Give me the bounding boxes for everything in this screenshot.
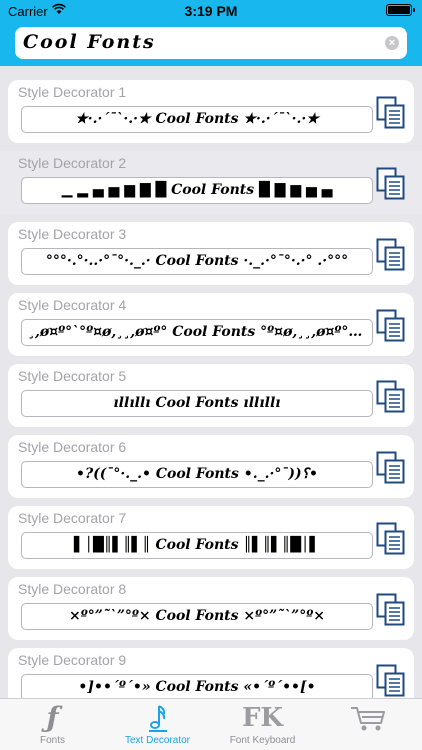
clear-icon[interactable]: × bbox=[385, 36, 399, 50]
list-item[interactable]: Style Decorator 3 °°°·.°·..·°¯°·._.· Coo… bbox=[8, 222, 414, 285]
copy-icon[interactable] bbox=[376, 593, 406, 627]
list-item[interactable]: Style Decorator 6 •?((¯°·._.• Cool Fonts… bbox=[8, 435, 414, 498]
copy-icon[interactable] bbox=[376, 167, 406, 201]
decorator-preview[interactable]: ★·.·´¯`·.·★ Cool Fonts ★·.·´¯`·.·★ bbox=[21, 106, 373, 133]
status-bar: Carrier 3:19 PM bbox=[0, 0, 422, 22]
tab-label: Text Decorator bbox=[124, 735, 191, 746]
decorator-preview[interactable]: ıllıllı Cool Fonts ıllıllı bbox=[21, 390, 373, 417]
list-item[interactable]: Style Decorator 4 ¸,ø¤º°`°º¤ø,¸¸,ø¤º° Co… bbox=[8, 293, 414, 356]
decorator-preview[interactable]: •]••´º´•» Cool Fonts «•´º´••[• bbox=[21, 674, 373, 698]
list-item[interactable]: Style Decorator 9 •]••´º´•» Cool Fonts «… bbox=[8, 648, 414, 698]
copy-icon[interactable] bbox=[376, 451, 406, 485]
decorator-label: Style Decorator 4 bbox=[18, 297, 127, 313]
decorator-label: Style Decorator 2 bbox=[18, 155, 127, 171]
decorator-preview[interactable]: °°°·.°·..·°¯°·._.· Cool Fonts ·._.·°¯°·.… bbox=[21, 248, 373, 275]
tab-fonts[interactable]: ƒ Fonts bbox=[0, 699, 105, 750]
decorator-label: Style Decorator 3 bbox=[18, 226, 127, 242]
decorator-label: Style Decorator 8 bbox=[18, 581, 127, 597]
copy-icon[interactable] bbox=[376, 238, 406, 272]
decorator-label: Style Decorator 6 bbox=[18, 439, 127, 455]
list-item[interactable]: Style Decorator 1 ★·.·´¯`·.·★ Cool Fonts… bbox=[8, 80, 414, 143]
clock: 3:19 PM bbox=[184, 3, 238, 19]
decorator-list[interactable]: Style Decorator 1 ★·.·´¯`·.·★ Cool Fonts… bbox=[0, 66, 422, 698]
tab-text-decorator[interactable]: Text Decorator bbox=[105, 699, 210, 750]
decorator-preview[interactable]: ▌│█║▌║▌║ Cool Fonts ║▌║▌║█│▌ bbox=[21, 532, 373, 559]
list-item[interactable]: Style Decorator 7 ▌│█║▌║▌║ Cool Fonts ║▌… bbox=[8, 506, 414, 569]
search-input[interactable]: Cool Fonts × bbox=[15, 27, 407, 59]
music-note-icon bbox=[149, 705, 167, 732]
tab-label: Fonts bbox=[39, 735, 65, 746]
decorator-label: Style Decorator 9 bbox=[18, 652, 127, 668]
decorator-preview[interactable]: ¸,ø¤º°`°º¤ø,¸¸,ø¤º° Cool Fonts °º¤ø,¸¸,ø… bbox=[21, 319, 373, 346]
fk-icon: FK bbox=[241, 703, 284, 733]
list-item[interactable]: Style Decorator 8 ×º°”˜`”°º× Cool Fonts … bbox=[8, 577, 414, 640]
battery-icon bbox=[386, 4, 415, 16]
copy-icon[interactable] bbox=[376, 664, 406, 698]
decorator-label: Style Decorator 1 bbox=[18, 84, 127, 100]
tab-bar: ƒ Fonts Text Decorator FK Font Keyboard bbox=[0, 698, 422, 750]
decorator-label: Style Decorator 7 bbox=[18, 510, 127, 526]
tab-label: Font Keyboard bbox=[229, 735, 296, 746]
copy-icon[interactable] bbox=[376, 522, 406, 556]
list-item[interactable]: Style Decorator 2 ▁ ▂ ▄ ▅ ▆ ▇ █ Cool Fon… bbox=[0, 151, 422, 214]
header: Cool Fonts × bbox=[0, 22, 422, 66]
cart-icon bbox=[351, 707, 385, 731]
decorator-label: Style Decorator 5 bbox=[18, 368, 127, 384]
copy-icon[interactable] bbox=[376, 380, 406, 414]
search-value[interactable]: Cool Fonts bbox=[23, 31, 156, 53]
copy-icon[interactable] bbox=[376, 96, 406, 130]
f-icon: ƒ bbox=[46, 701, 59, 734]
decorator-preview[interactable]: ▁ ▂ ▄ ▅ ▆ ▇ █ Cool Fonts █ ▇ ▆ ▅ ▄ bbox=[21, 177, 373, 204]
tab-font-keyboard[interactable]: FK Font Keyboard bbox=[210, 699, 315, 750]
copy-icon[interactable] bbox=[376, 309, 406, 343]
list-item[interactable]: Style Decorator 5 ıllıllı Cool Fonts ıll… bbox=[8, 364, 414, 427]
decorator-preview[interactable]: ×º°”˜`”°º× Cool Fonts ×º°”˜`”°º× bbox=[21, 603, 373, 630]
decorator-preview[interactable]: •?((¯°·._.• Cool Fonts •._.·°¯))؟• bbox=[21, 461, 373, 488]
tab-cart[interactable] bbox=[315, 699, 420, 750]
